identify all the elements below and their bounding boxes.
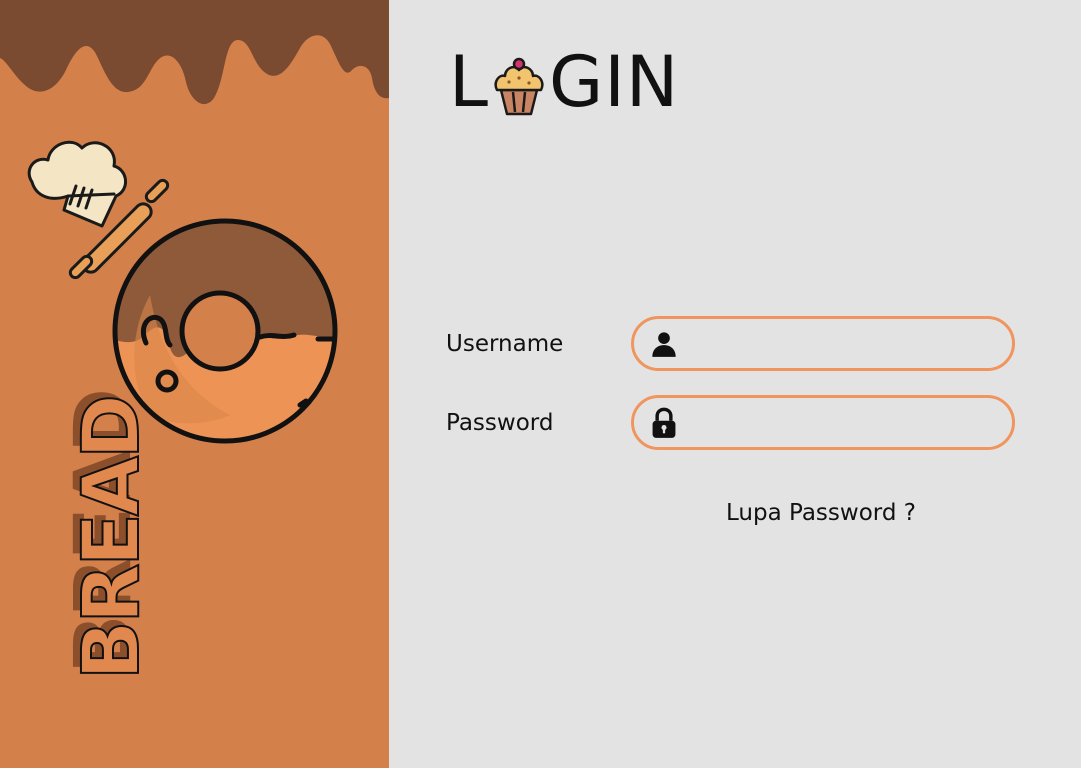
password-input[interactable]	[690, 401, 1012, 444]
login-panel: L GIN Username Password Lupa Password ?	[389, 0, 1081, 768]
chocolate-drip-decoration	[0, 0, 389, 105]
cupcake-icon	[494, 57, 544, 116]
username-field[interactable]	[631, 316, 1015, 371]
username-row: Username	[446, 316, 1015, 371]
title-prefix: L	[449, 41, 489, 123]
user-icon	[652, 331, 676, 357]
username-label: Username	[446, 330, 564, 357]
brand-logo: BREAD BREAD	[59, 391, 158, 681]
username-input[interactable]	[690, 322, 1012, 365]
page-title: L GIN	[449, 41, 680, 123]
left-decor-panel: BREAD BREAD	[0, 0, 389, 768]
password-label: Password	[446, 409, 554, 436]
title-suffix: GIN	[549, 41, 680, 123]
password-row: Password	[446, 395, 1015, 450]
forgot-password-link[interactable]: Lupa Password ?	[726, 500, 916, 526]
brand-name: BREAD	[66, 396, 158, 681]
password-field[interactable]	[631, 395, 1015, 450]
lock-icon	[652, 407, 676, 438]
